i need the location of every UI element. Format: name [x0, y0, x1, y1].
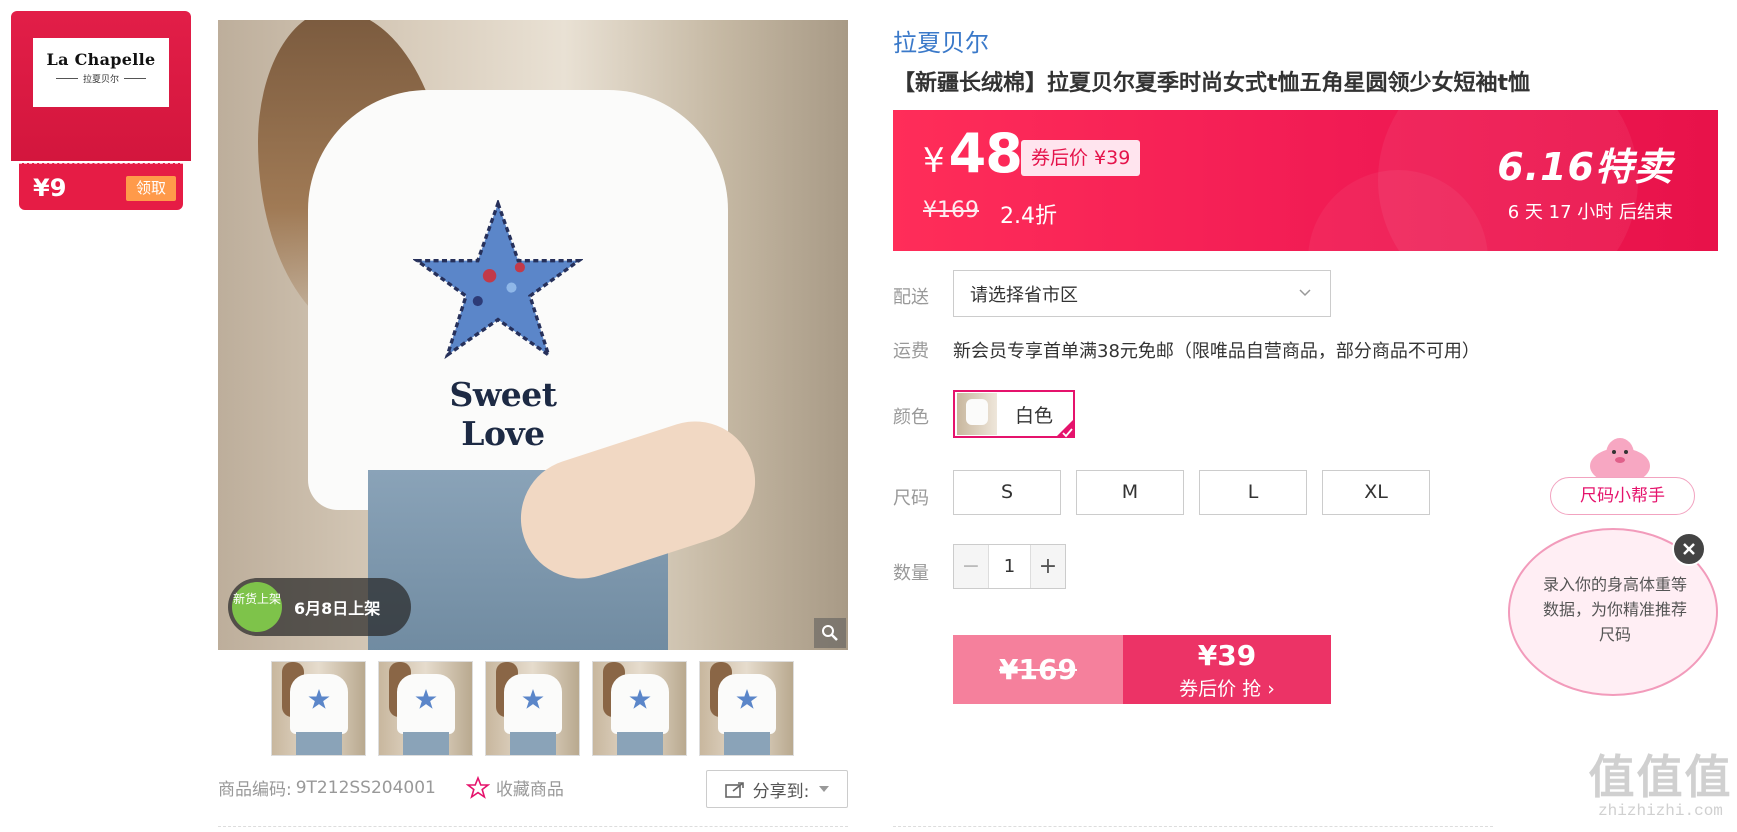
color-thumbnail	[957, 393, 997, 435]
coupon-amount: ¥9	[33, 174, 67, 202]
original-price: ¥169	[923, 198, 979, 223]
color-option-label: 白色	[1015, 404, 1054, 427]
selected-check-icon	[1055, 418, 1075, 438]
brand-logo-cn: 拉夏贝尔	[82, 75, 119, 85]
site-watermark: 值值值 zhizhizhi.com	[1588, 752, 1733, 820]
brand-logo-en: La Chapelle	[46, 50, 156, 69]
discount-rate: 2.4折	[1000, 204, 1057, 229]
brand-coupon: La Chapelle 拉夏贝尔 ¥9 领取	[11, 11, 191, 216]
divider	[893, 826, 1493, 827]
thumbnail[interactable]	[485, 661, 580, 756]
thumbnail-strip	[271, 661, 794, 756]
promo-title: 6.16特卖	[1497, 145, 1673, 189]
size-helper-button[interactable]: 尺码小帮手	[1550, 477, 1695, 515]
size-option-s[interactable]: S	[953, 470, 1061, 515]
close-icon[interactable]	[1672, 532, 1706, 566]
buy-with-coupon-button[interactable]: ¥39 券后价 抢 ›	[1123, 635, 1331, 704]
buy-coupon-action: 券后价 抢 ›	[1179, 678, 1275, 700]
coupon-price-tag: 券后价 ¥39	[1021, 140, 1141, 176]
caret-down-icon	[819, 786, 830, 792]
quantity-label: 数量	[893, 563, 929, 584]
new-arrival-icon: 新货上架	[232, 582, 282, 632]
chevron-down-icon	[1299, 289, 1311, 297]
quantity-stepper: − 1 +	[953, 544, 1066, 589]
watermark-url: zhizhizhi.com	[1598, 802, 1723, 820]
current-price-value: 48	[948, 122, 1023, 185]
promo-countdown: 6 天 17 小时 后结束	[1507, 202, 1673, 223]
zoom-icon[interactable]	[814, 618, 846, 648]
buy-original-price-button[interactable]: ¥169	[953, 635, 1123, 704]
main-product-image[interactable]: Sweet Love 新货上架 6月8日上架	[218, 20, 848, 650]
star-print-icon	[413, 200, 583, 360]
claim-coupon-button[interactable]: 领取	[126, 176, 176, 201]
coupon-footer: ¥9 领取	[19, 163, 183, 210]
shipping-text: 新会员专享首单满38元免邮（限唯品自营商品，部分商品不可用）	[953, 341, 1480, 362]
print-text: Sweet Love	[449, 375, 557, 453]
buy-button-group: ¥169 ¥39 券后价 抢 ›	[953, 635, 1331, 704]
divider	[218, 826, 848, 827]
quantity-input[interactable]: 1	[988, 545, 1031, 588]
region-select-value: 请选择省市区	[970, 284, 1078, 306]
brand-link[interactable]: 拉夏贝尔	[893, 23, 989, 58]
watermark-logo: 值值值	[1588, 750, 1733, 804]
favorite-label: 收藏商品	[495, 780, 564, 800]
sku-label: 商品编码:	[218, 780, 292, 800]
size-option-xl[interactable]: XL	[1322, 470, 1430, 515]
color-label: 颜色	[893, 407, 929, 428]
quantity-decrease-button[interactable]: −	[954, 545, 988, 588]
buy-coupon-price: ¥39	[1197, 639, 1257, 672]
color-option-white[interactable]: 白色	[953, 390, 1075, 438]
share-label: 分享到:	[752, 781, 810, 802]
quantity-increase-button[interactable]: +	[1031, 545, 1065, 588]
current-price: ¥ 48	[923, 122, 1023, 185]
size-option-m[interactable]: M	[1076, 470, 1184, 515]
thumbnail[interactable]	[378, 661, 473, 756]
size-option-l[interactable]: L	[1199, 470, 1307, 515]
coupon-header: La Chapelle 拉夏贝尔	[11, 11, 191, 161]
currency-symbol: ¥	[923, 141, 945, 181]
share-button[interactable]: 分享到:	[706, 770, 848, 808]
thumbnail[interactable]	[592, 661, 687, 756]
size-helper-text: 录入你的身高体重等数据，为你精准推荐尺码	[1542, 575, 1687, 644]
delivery-label: 配送	[893, 287, 929, 308]
sku-value: 9T212SS204001	[295, 777, 436, 798]
star-outline-icon	[465, 775, 490, 799]
new-arrival-date: 6月8日上架	[294, 599, 381, 618]
share-icon	[724, 782, 744, 798]
product-meta-row: 商品编码: 9T212SS204001 收藏商品	[218, 775, 564, 800]
thumbnail[interactable]	[699, 661, 794, 756]
favorite-button[interactable]: 收藏商品	[465, 775, 564, 800]
new-arrival-badge: 新货上架 6月8日上架	[228, 578, 411, 636]
brand-logo: La Chapelle 拉夏贝尔	[33, 38, 169, 107]
product-title: 【新疆长绒棉】拉夏贝尔夏季时尚女式t恤五角星圆领少女短袖t恤	[893, 71, 1531, 96]
shipping-label: 运费	[893, 341, 929, 362]
price-panel: ¥ 48 券后价 ¥39 ¥169 2.4折 6.16特卖 6 天 17 小时 …	[893, 110, 1718, 251]
size-label: 尺码	[893, 488, 929, 509]
region-select[interactable]: 请选择省市区	[953, 270, 1331, 317]
thumbnail[interactable]	[271, 661, 366, 756]
